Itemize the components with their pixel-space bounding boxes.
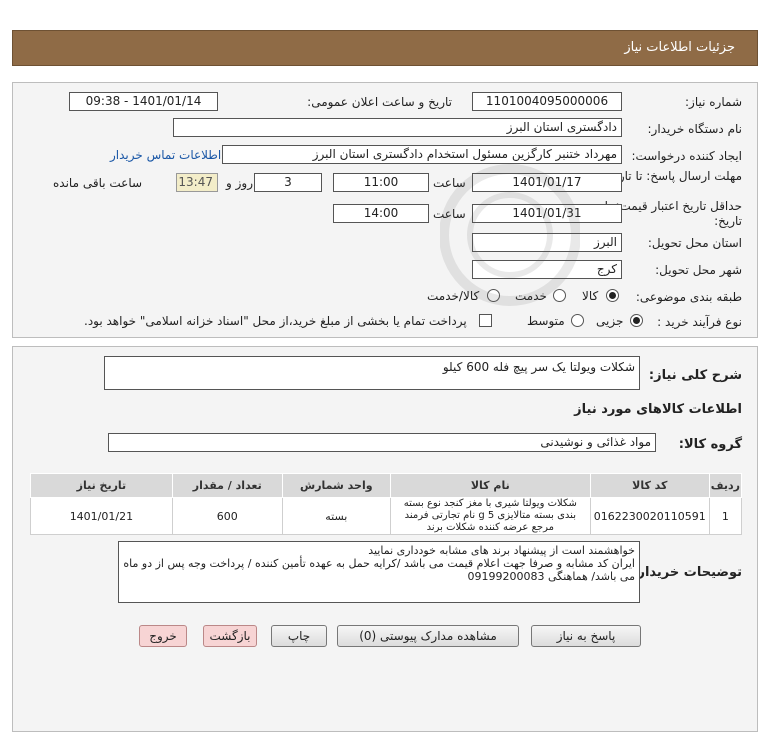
col-index: ردیف [708,473,743,498]
announce-field: 1401/01/14 - 09:38 [69,92,218,111]
row-name: شکلات ویولتا شیری با مغز کنجد نوع بسته ب… [389,497,591,535]
attachments-button[interactable]: مشاهده مدارک پیوستی (0) [337,625,519,647]
process-label: نوع فرآیند خرید : [657,315,742,329]
days-label: روز و [226,176,253,190]
city-label: شهر محل تحویل: [655,263,742,277]
col-date: تاریخ نیاز [30,473,173,498]
category-goods-radio[interactable] [606,289,619,302]
process-medium-radio[interactable] [571,314,584,327]
row-unit: بسته [281,497,391,535]
row-code: 0162230020110591 [589,497,710,535]
watermark-seal-icon [440,164,580,306]
col-unit: واحد شمارش [281,473,391,498]
process-medium-label: متوسط [527,314,565,328]
goods-table: ردیف کد کالا نام کالا واحد شمارش تعداد /… [30,473,743,535]
process-minor-radio[interactable] [630,314,643,327]
table-row: 1 0162230020110591 شکلات ویولتا شیری با … [30,497,743,535]
process-minor-label: جزیی [596,314,624,328]
creator-label: ایجاد کننده درخواست: [631,149,742,163]
page-title-bar: جزئیات اطلاعات نیاز [12,30,758,66]
col-code: کد کالا [589,473,710,498]
province-label: استان محل تحویل: [647,236,742,250]
goods-table-header: ردیف کد کالا نام کالا واحد شمارش تعداد /… [30,473,743,498]
need-number-label: شماره نیاز: [685,95,742,109]
row-index: 1 [708,497,743,535]
buyer-contact-link[interactable]: اطلاعات تماس خریدار [110,148,221,162]
need-number-field: 1101004095000006 [472,92,622,111]
validity-label: حداقل تاریخ اعتبار قیمت: تا تاریخ: [604,199,742,228]
reply-button[interactable]: پاسخ به نیاز [531,625,641,647]
page-title: جزئیات اطلاعات نیاز [624,40,735,55]
reply-time-field: 11:00 [333,173,429,192]
validity-time-field: 14:00 [333,204,429,223]
goods-group-field: مواد غذائی و نوشیدنی [108,433,656,452]
remaining-time-field: 01:13:47 [176,173,218,192]
print-button[interactable]: چاپ [271,625,327,647]
remaining-label: ساعت باقی مانده [53,176,143,190]
goods-info-title: اطلاعات کالاهای مورد نیاز [574,402,742,417]
goods-group-label: گروه کالا: [678,437,742,452]
col-name: نام کالا [389,473,591,498]
days-field: 3 [254,173,322,192]
buyer-org-label: نام دستگاه خریدار: [647,122,743,136]
category-label: طبقه بندی موضوعی: [635,290,742,304]
buyer-notes-field: خواهشمند است از پیشنهاد برند های مشابه خ… [118,541,640,603]
summary-label: شرح کلی نیاز: [648,368,742,383]
buyer-notes-label: توضیحات خریدار: [632,565,742,580]
row-date: 1401/01/21 [30,497,173,535]
announce-label: تاریخ و ساعت اعلان عمومی: [307,95,452,109]
back-button[interactable]: بازگشت [203,625,257,647]
reply-deadline-label: مهلت ارسال پاسخ: تا تاریخ: [603,169,742,183]
exit-button[interactable]: خروج [139,625,187,647]
buyer-org-field: دادگستری استان البرز [173,118,622,137]
treasury-payment-checkbox[interactable] [479,314,492,327]
summary-field: شکلات ویولتا یک سر پیچ فله 600 کیلو [104,356,640,390]
row-qty: 600 [171,497,283,535]
col-qty: تعداد / مقدار [171,473,283,498]
treasury-payment-note: پرداخت تمام یا بخشی از مبلغ خرید،از محل … [84,314,467,328]
category-goods-label: کالا [582,289,599,303]
